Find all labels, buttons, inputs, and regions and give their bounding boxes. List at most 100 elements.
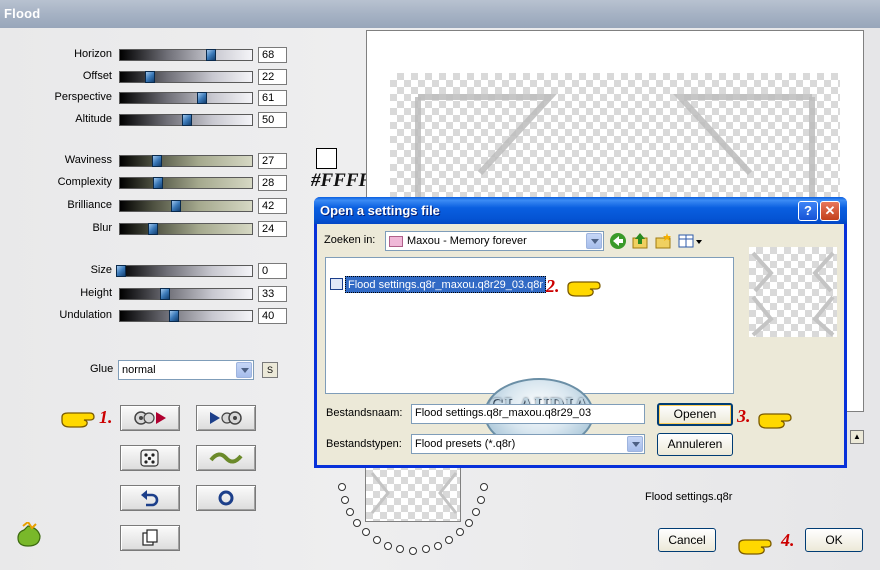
slider-label: Size [90,264,112,276]
slider-value-input[interactable]: 28 [258,175,287,191]
play-to-disk-icon [210,411,242,425]
slider-value-input[interactable]: 40 [258,308,287,324]
slider-thumb[interactable] [171,200,182,212]
color-swatch[interactable] [316,148,337,169]
wave-button[interactable] [196,445,256,471]
chevron-down-icon[interactable] [586,233,602,249]
look-in-select[interactable]: Maxou - Memory forever [385,231,604,251]
slider-thumb[interactable] [151,155,162,167]
thumbnail-frame [370,472,458,514]
ring-icon [218,490,234,506]
slider-value-input[interactable]: 68 [258,47,287,63]
slider-altitude: Altitude 50 [0,112,300,128]
slider-thumb[interactable] [145,71,156,83]
ring-dot [480,482,489,491]
filetype-select[interactable]: Flood presets (*.q8r) [411,434,645,454]
slider-label: Height [80,287,112,299]
slider-size: Size 0 [0,263,300,279]
slider-offset: Offset 22 [0,69,300,85]
slider-thumb[interactable] [152,177,163,189]
slider-label: Brilliance [67,199,112,211]
slider-complexity: Complexity 28 [0,175,300,191]
ring-dot [384,541,393,550]
open-settings-button[interactable] [120,405,180,431]
ring-dot [337,482,346,491]
slider-value-input[interactable]: 50 [258,112,287,128]
slider-track[interactable] [119,288,253,300]
ok-button[interactable]: OK [805,528,863,552]
cancel-button[interactable]: Cancel [658,528,716,552]
slider-value-input[interactable]: 24 [258,221,287,237]
glue-s-button[interactable]: S [262,362,278,378]
slider-value-input[interactable]: 22 [258,69,287,85]
wave-icon [209,452,243,464]
settings-file-icon [330,278,343,290]
ring-dot [409,546,417,555]
slider-track[interactable] [119,49,253,61]
up-folder-icon[interactable] [631,232,649,250]
file-list[interactable]: Flood settings.q8r_maxou.q8r29_03.q8r CL… [325,257,734,450]
look-in-value: Maxou - Memory forever [407,235,527,247]
slider-thumb[interactable] [116,265,126,277]
slider-label: Blur [92,222,112,234]
random-button[interactable] [120,445,180,471]
slider-track[interactable] [119,310,253,322]
dialog-cancel-button[interactable]: Annuleren [657,433,733,456]
slider-track[interactable] [116,265,253,277]
slider-track[interactable] [119,223,253,235]
slider-thumb[interactable] [182,114,192,126]
ring-dot [477,495,486,504]
chevron-down-icon[interactable] [627,436,643,452]
help-button[interactable]: ? [798,201,818,221]
slider-label: Waviness [64,154,112,166]
slider-label: Offset [82,70,112,82]
look-in-label: Zoeken in: [324,234,376,246]
new-folder-icon[interactable] [654,232,672,250]
slider-thumb[interactable] [196,92,207,104]
slider-track[interactable] [119,92,253,104]
slider-track[interactable] [119,177,253,189]
slider-thumb[interactable] [205,49,216,61]
slider-track[interactable] [119,114,253,126]
reset-button[interactable] [196,485,256,511]
file-preview-thumbnail [749,247,837,337]
file-preview-frame [751,251,835,337]
glue-select-value: normal [122,364,156,376]
slider-value-input[interactable]: 0 [258,263,287,279]
slider-thumb[interactable] [159,288,170,300]
save-settings-button[interactable] [196,405,256,431]
slider-track[interactable] [119,200,253,212]
slider-track[interactable] [119,155,253,167]
ring-dot [340,495,349,504]
view-menu-icon[interactable] [677,232,703,250]
copy-button[interactable] [120,525,180,551]
current-settings-name: Flood settings.q8r [645,491,733,503]
close-button[interactable]: ✕ [820,201,840,221]
scroll-up-arrow-icon[interactable]: ▲ [850,430,864,444]
open-button[interactable]: Openen [657,403,733,426]
slider-value-input[interactable]: 27 [258,153,287,169]
slider-value-input[interactable]: 33 [258,286,287,302]
slider-thumb[interactable] [168,310,179,322]
slider-thumb[interactable] [147,223,158,235]
step-4-label: 4. [781,530,795,550]
slider-value-input[interactable]: 61 [258,90,287,106]
slider-brilliance: Brilliance 42 [0,198,300,214]
flame-logo-icon [17,522,41,547]
slider-waviness: Waviness 27 [0,153,300,169]
undo-button[interactable] [120,485,180,511]
file-item-name[interactable]: Flood settings.q8r_maxou.q8r29_03.q8r [345,276,547,293]
glue-select[interactable]: normal [118,360,254,380]
filename-label: Bestandsnaam: [326,407,403,419]
chevron-down-icon[interactable] [236,362,252,378]
pointing-hand-icon [61,412,95,428]
slider-track[interactable] [119,71,253,83]
back-arrow-icon[interactable] [609,232,627,250]
ring-dot [464,518,473,527]
pointing-hand-icon [738,539,772,555]
slider-value-input[interactable]: 42 [258,198,287,214]
filetype-value: Flood presets (*.q8r) [415,438,516,450]
slider-label: Perspective [54,91,112,103]
filename-input[interactable]: Flood settings.q8r_maxou.q8r29_03 [411,404,645,424]
dialog-titlebar[interactable]: Open a settings file ? ✕ [314,197,847,224]
